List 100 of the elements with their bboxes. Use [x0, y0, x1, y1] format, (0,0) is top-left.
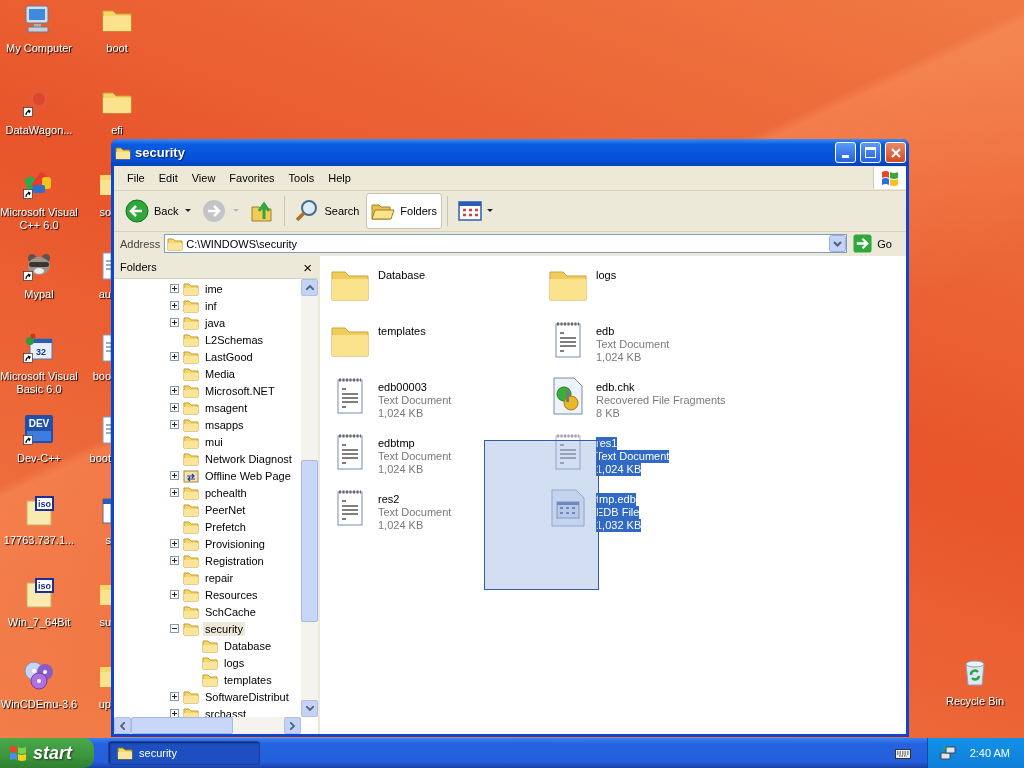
- menu-item[interactable]: Favorites: [222, 172, 282, 184]
- tree-item[interactable]: Offline Web Page: [203, 468, 293, 483]
- web-folder-icon: [183, 467, 199, 484]
- menu-item[interactable]: View: [184, 172, 223, 184]
- pane-title: Folders: [120, 261, 157, 273]
- document-item[interactable]: edbtmp Text Document 1,024 KB: [328, 432, 546, 488]
- tree-item[interactable]: PeerNet: [203, 502, 248, 517]
- desktop-icon-label[interactable]: DataWagon...: [5, 124, 73, 137]
- dropdown-icon[interactable]: [829, 235, 847, 252]
- collapse-icon[interactable]: [170, 624, 179, 633]
- folders-button[interactable]: Folders: [366, 193, 442, 229]
- tree-item[interactable]: security: [203, 621, 245, 636]
- tree-item[interactable]: Network Diagnost: [203, 451, 294, 466]
- caret-icon[interactable]: [185, 209, 192, 213]
- clock: 2:40 AM: [969, 747, 1010, 759]
- tree-item[interactable]: Prefetch: [203, 519, 248, 534]
- expand-icon[interactable]: [170, 488, 179, 497]
- caret-icon: [487, 209, 493, 213]
- tree-item[interactable]: Provisioning: [203, 536, 267, 551]
- tree-item[interactable]: ime: [203, 281, 225, 296]
- document-item[interactable]: edb00003 Text Document 1,024 KB: [328, 376, 546, 432]
- file-size: 1,024 KB: [596, 463, 642, 476]
- tree-item[interactable]: Microsoft.NET: [203, 383, 277, 398]
- file-type: Text Document: [378, 506, 452, 519]
- folder-item[interactable]: logs: [546, 264, 764, 320]
- file-name: tmp.edb: [596, 493, 636, 506]
- disc-icon: [23, 659, 55, 691]
- tree-item[interactable]: templates: [222, 672, 274, 687]
- document-item[interactable]: res2 Text Document 1,024 KB: [328, 488, 546, 544]
- tree-item[interactable]: inf: [203, 298, 219, 313]
- tree-item[interactable]: logs: [222, 655, 247, 670]
- folder-item[interactable]: templates: [328, 320, 546, 376]
- dev-icon: DEV: [23, 413, 55, 445]
- expand-icon[interactable]: [170, 420, 179, 429]
- file-name: res1: [596, 437, 618, 450]
- close-pane-button[interactable]: ×: [303, 259, 312, 275]
- document-item[interactable]: res1 Text Document 1,024 KB: [546, 432, 764, 488]
- tree-item[interactable]: SchCache: [203, 604, 258, 619]
- tree-item[interactable]: pchealth: [203, 485, 249, 500]
- tree-item[interactable]: mui: [203, 434, 225, 449]
- start-button[interactable]: start: [0, 738, 94, 768]
- file-name: logs: [596, 269, 617, 282]
- expand-icon[interactable]: [170, 539, 179, 548]
- close-button[interactable]: [885, 142, 906, 163]
- menu-item[interactable]: Tools: [281, 172, 322, 184]
- file-name: res2: [378, 493, 400, 506]
- address-field[interactable]: C:\WINDOWS\security: [164, 234, 848, 253]
- back-button[interactable]: Back: [120, 193, 184, 229]
- close-icon: [889, 146, 902, 159]
- expand-icon[interactable]: [170, 301, 179, 310]
- desktop-icon-label[interactable]: so: [99, 206, 111, 219]
- tree-item[interactable]: LastGood: [203, 349, 255, 364]
- expand-icon[interactable]: [170, 471, 179, 480]
- tree-item[interactable]: java: [203, 315, 228, 330]
- tree-item[interactable]: msagent: [203, 400, 250, 415]
- expand-icon[interactable]: [170, 403, 179, 412]
- keyboard-icon[interactable]: [894, 747, 911, 759]
- search-button[interactable]: Search: [290, 193, 365, 229]
- go-arrow-icon: [853, 234, 873, 253]
- file-size: 8 KB: [596, 407, 620, 420]
- tree-item[interactable]: Database: [222, 638, 274, 653]
- tree-item[interactable]: msapps: [203, 417, 246, 432]
- tree-item[interactable]: Registration: [203, 553, 266, 568]
- tree-item[interactable]: srchasst: [203, 706, 248, 717]
- file-size: 1,024 KB: [378, 463, 424, 476]
- tree-item[interactable]: Media: [203, 366, 237, 381]
- vertical-scrollbar[interactable]: [301, 279, 318, 717]
- file-size: 1,024 KB: [596, 351, 642, 364]
- tree-item[interactable]: repair: [203, 570, 236, 585]
- folder-item[interactable]: Database: [328, 264, 546, 320]
- menu-item[interactable]: Help: [321, 172, 358, 184]
- document-item[interactable]: edb Text Document 1,024 KB: [546, 320, 764, 376]
- go-button[interactable]: Go: [851, 234, 902, 253]
- network-icon[interactable]: [939, 745, 956, 761]
- expand-icon[interactable]: [170, 386, 179, 395]
- desktop-icon-label[interactable]: Microsoft Visual C++ 6.0: [0, 206, 78, 232]
- minimize-button[interactable]: [835, 142, 856, 163]
- tree-item[interactable]: Resources: [203, 587, 260, 602]
- expand-icon[interactable]: [170, 556, 179, 565]
- expand-icon[interactable]: [170, 318, 179, 327]
- expand-icon[interactable]: [170, 352, 179, 361]
- file-type: Text Document: [378, 450, 452, 463]
- maximize-button[interactable]: [860, 142, 881, 163]
- expand-icon[interactable]: [170, 692, 179, 701]
- document-item[interactable]: edb.chk Recovered File Fragments 8 KB: [546, 376, 764, 432]
- horizontal-scrollbar[interactable]: [114, 717, 301, 734]
- address-label: Address: [120, 237, 161, 250]
- file-type: Text Document: [596, 338, 670, 351]
- document-item[interactable]: tmp.edb EDB File 1,032 KB: [546, 488, 764, 544]
- desktop-icon-label[interactable]: efi: [111, 124, 123, 137]
- expand-icon[interactable]: [170, 590, 179, 599]
- tree-item[interactable]: SoftwareDistribut: [203, 689, 291, 704]
- menu-item[interactable]: Edit: [151, 172, 185, 184]
- tree-item[interactable]: L2Schemas: [203, 332, 266, 347]
- expand-icon[interactable]: [170, 284, 179, 293]
- menu-item[interactable]: File: [120, 172, 152, 184]
- views-icon: [458, 199, 482, 223]
- folder-up-icon: [250, 199, 275, 223]
- file-name: edb.chk: [596, 381, 635, 394]
- taskbar-button[interactable]: security: [108, 741, 260, 765]
